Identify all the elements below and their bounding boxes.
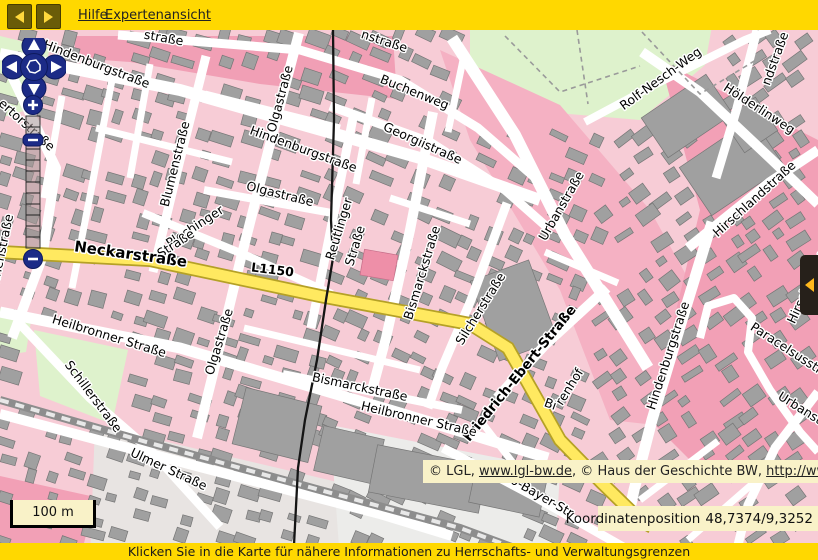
coordinate-value: 48,7374/9,3252 [705,511,813,527]
zoom-control [23,96,43,269]
scale-bar: 100 m [10,500,96,528]
attribution-bar: © LGL, www.lgl-bw.de, © Haus der Geschic… [423,460,818,483]
left-arrow-icon [15,11,24,23]
scale-bar-label: 100 m [32,505,74,520]
coordinate-readout: Koordinatenposition 48,7374/9,3252 [598,506,818,531]
header-bar: Hilfe Expertenansicht [0,0,818,30]
history-forward-button[interactable] [36,4,61,29]
hdgbw-link[interactable]: http://www.hdgbw.de [766,464,818,479]
right-arrow-icon [44,11,53,23]
expertenansicht-link[interactable]: Expertenansicht [105,8,211,23]
attribution-text: © LGL, [429,464,479,479]
lgl-link[interactable]: www.lgl-bw.de [479,464,572,479]
footer-message: Klicken Sie in die Karte für nähere Info… [128,544,690,559]
history-back-button[interactable] [7,4,32,29]
pan-compass [2,38,66,100]
panel-arrow-left-icon [805,278,814,292]
map-viewer-app: { "header": { "hilfe": "Hilfe", "experte… [0,0,818,560]
hilfe-link[interactable]: Hilfe [78,8,108,23]
map-navigation-control [2,38,66,274]
attribution-text: , © Haus der Geschichte BW, [572,464,766,479]
coordinate-label: Koordinatenposition [566,511,701,527]
footer-bar: Klicken Sie in die Karte für nähere Info… [0,543,818,560]
reset-view-button[interactable] [21,54,48,81]
side-panel-toggle-button[interactable] [800,255,818,315]
